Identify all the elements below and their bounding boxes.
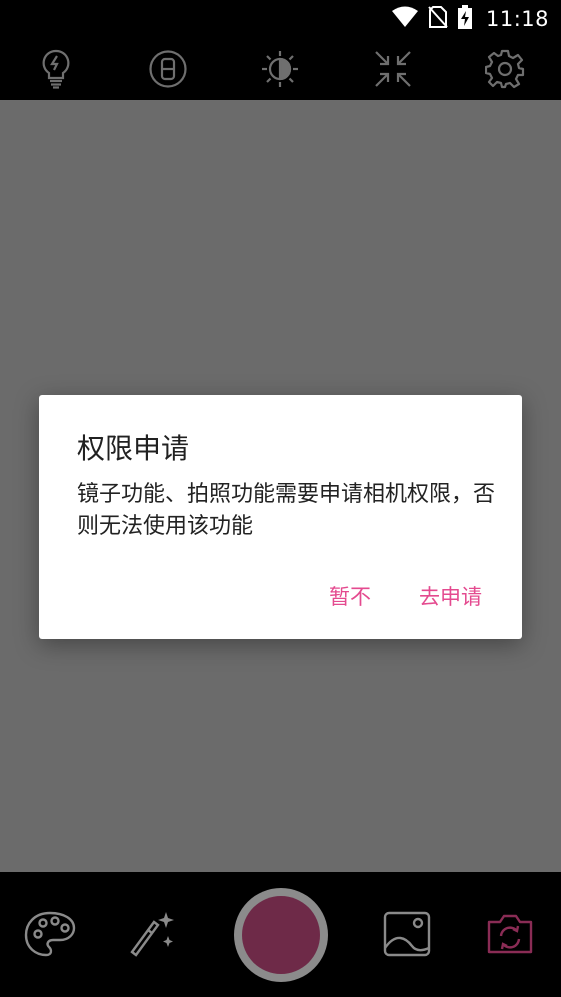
timer-icon[interactable]	[144, 45, 192, 93]
collapse-icon[interactable]	[369, 45, 417, 93]
magic-wand-icon[interactable]	[128, 910, 178, 958]
not-now-button[interactable]: 暂不	[321, 575, 379, 617]
shutter-inner	[242, 896, 320, 974]
wifi-icon	[391, 6, 418, 32]
status-bar: 11:18	[0, 0, 561, 38]
status-icons: 11:18	[391, 0, 549, 38]
switch-camera-icon[interactable]	[486, 912, 534, 956]
shutter-button[interactable]	[234, 888, 328, 982]
request-permission-button[interactable]: 去申请	[411, 575, 490, 617]
no-sim-icon	[428, 6, 448, 32]
permission-dialog: 权限申请 镜子功能、拍照功能需要申请相机权限，否则无法使用该功能 暂不 去申请	[39, 395, 522, 639]
dialog-message: 镜子功能、拍照功能需要申请相机权限，否则无法使用该功能	[77, 482, 496, 539]
gallery-icon[interactable]	[382, 910, 432, 958]
settings-gear-icon[interactable]	[481, 45, 529, 93]
camera-screen: 11:18 权限申请 镜子功能、拍照功能需要申请相机权限，否则无法使用该功能 暂…	[0, 0, 561, 997]
top-toolbar	[0, 38, 561, 100]
flash-bulb-icon[interactable]	[32, 45, 80, 93]
brightness-icon[interactable]	[256, 45, 304, 93]
status-time: 11:18	[485, 7, 549, 31]
palette-icon[interactable]	[24, 910, 76, 958]
dialog-title: 权限申请	[77, 432, 190, 465]
battery-charging-icon	[457, 5, 472, 33]
